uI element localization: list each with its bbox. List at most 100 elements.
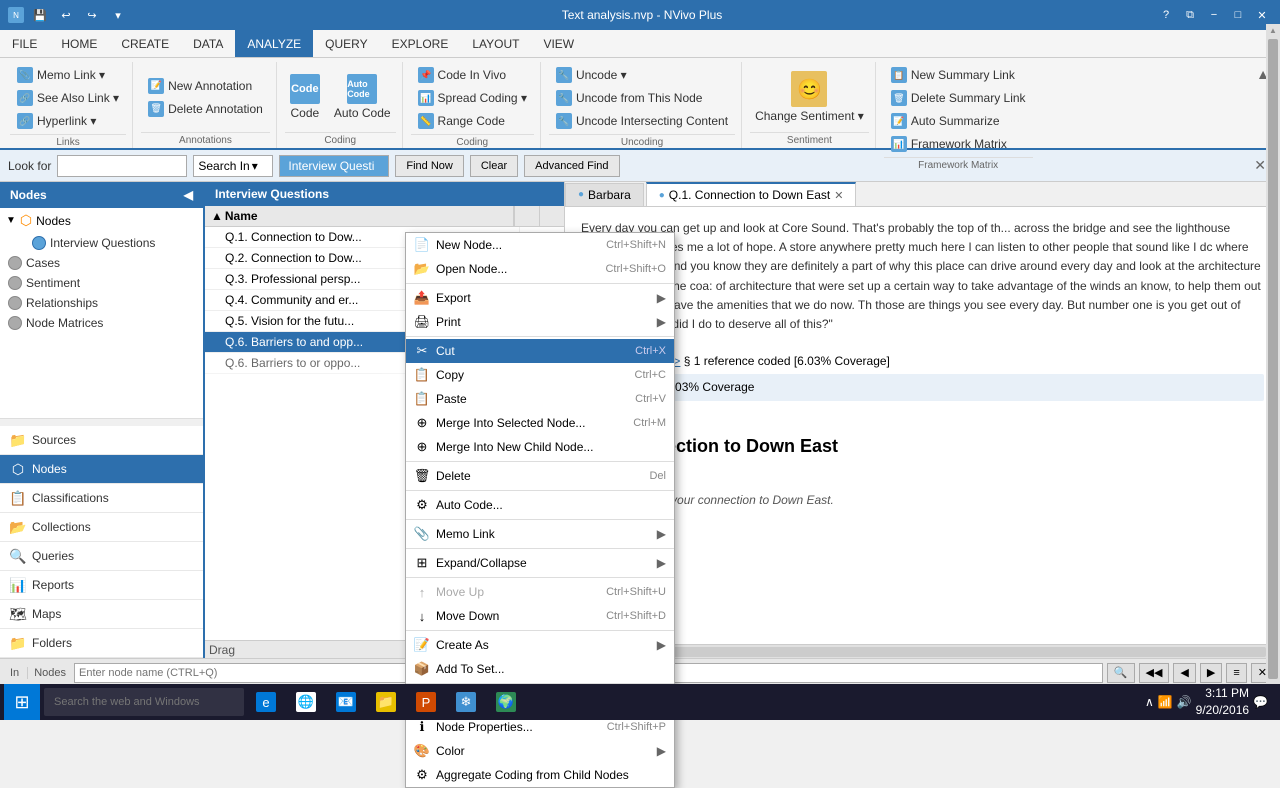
tray-network-icon[interactable]: 📶 [1158,695,1173,709]
restore-button[interactable]: ⧉ [1180,5,1200,25]
menu-file[interactable]: FILE [0,30,49,57]
menu-create[interactable]: CREATE [109,30,181,57]
framework-matrix-button[interactable]: 📊 Framework Matrix [884,133,1033,155]
cm-merge-child[interactable]: ⊕ Merge Into New Child Node... [406,435,674,459]
maximize-button[interactable]: □ [1228,5,1248,25]
doc-source-link[interactable]: <Internals\Robert> § 1 reference coded [… [581,352,1264,370]
scroll-thumb[interactable] [1268,182,1278,658]
tree-item-interview[interactable]: Interview Questions [0,233,203,253]
task-item-chrome[interactable]: 🌐 [288,688,324,716]
hyperlink-button[interactable]: 🔗 Hyperlink ▾ [10,110,126,132]
bottom-btn2[interactable]: ◀ [1173,663,1195,683]
change-sentiment-button[interactable]: 😊 Change Sentiment ▾ [750,68,869,126]
sidebar-item-collections[interactable]: 📂 Collections [0,513,203,542]
find-now-button[interactable]: Find Now [395,155,463,177]
task-item-powerpoint[interactable]: P [408,688,444,716]
cm-auto-code[interactable]: ⚙ Auto Code... [406,493,674,517]
doc-tab-q1[interactable]: ● Q.1. Connection to Down East ✕ [646,182,857,206]
sidebar-item-maps[interactable]: 🗺 Maps [0,600,203,629]
cm-delete[interactable]: 🗑 Delete Del [406,464,674,488]
menu-view[interactable]: VIEW [531,30,586,57]
menu-data[interactable]: DATA [181,30,235,57]
delete-summary-link-button[interactable]: 🗑 Delete Summary Link [884,87,1033,109]
sidebar-item-queries[interactable]: 🔍 Queries [0,542,203,571]
cm-open-node[interactable]: 📂 Open Node... Ctrl+Shift+O [406,257,674,281]
code-button[interactable]: Code Code [285,71,325,123]
search-in-dropdown[interactable]: Search In ▾ [193,155,273,177]
sidebar-item-sources[interactable]: 📁 Sources [0,426,203,455]
cm-new-node[interactable]: 📄 New Node... Ctrl+Shift+N [406,233,674,257]
q1-tab-close[interactable]: ✕ [834,189,843,202]
cm-paste[interactable]: 📋 Paste Ctrl+V [406,387,674,411]
cm-copy[interactable]: 📋 Copy Ctrl+C [406,363,674,387]
cm-move-up[interactable]: ↑ Move Up Ctrl+Shift+U [406,580,674,604]
tree-item-node-matrices[interactable]: Node Matrices [0,313,203,333]
start-button[interactable]: ⊞ [4,684,40,720]
menu-explore[interactable]: EXPLORE [380,30,461,57]
advanced-find-button[interactable]: Advanced Find [524,155,619,177]
cm-add-to-set[interactable]: 📦 Add To Set... [406,657,674,681]
cm-merge-selected[interactable]: ⊕ Merge Into Selected Node... Ctrl+M [406,411,674,435]
tree-item-cases[interactable]: Cases [0,253,203,273]
cm-cut[interactable]: ✂ Cut Ctrl+X [406,339,674,363]
sidebar-item-reports[interactable]: 📊 Reports [0,571,203,600]
sidebar-item-nodes[interactable]: ⬡ Nodes [0,455,203,484]
tree-item-relationships[interactable]: Relationships [0,293,203,313]
menu-layout[interactable]: LAYOUT [460,30,531,57]
clear-button[interactable]: Clear [470,155,518,177]
uncode-button[interactable]: 🔧 Uncode ▾ [549,64,735,86]
cm-print[interactable]: 🖨 Print ▶ [406,310,674,334]
search-in-value[interactable]: Interview Questi [279,155,389,177]
task-item-edge[interactable]: e [248,688,284,716]
cm-color[interactable]: 🎨 Color ▶ [406,739,674,763]
bottom-btn4[interactable]: ≡ [1226,663,1246,683]
cm-expand-collapse[interactable]: ⊞ Expand/Collapse ▶ [406,551,674,575]
new-annotation-button[interactable]: 📝 New Annotation [141,75,270,97]
tray-notifications[interactable]: 💬 [1253,695,1268,709]
help-button[interactable]: ? [1156,5,1176,25]
cm-move-down[interactable]: ↓ Move Down Ctrl+Shift+D [406,604,674,628]
vertical-scrollbar[interactable]: ▲ ▼ [1266,182,1280,658]
cm-aggregate-coding[interactable]: ⚙ Aggregate Coding from Child Nodes [406,763,674,787]
spread-coding-button[interactable]: 📊 Spread Coding ▾ [411,87,534,109]
tray-volume-icon[interactable]: 🔊 [1177,695,1192,709]
sidebar-collapse[interactable]: ◀ [184,188,193,202]
toolbar-dropdown[interactable]: ▾ [108,5,128,25]
bottom-search-btn[interactable]: 🔍 [1107,663,1135,683]
toolbar-redo[interactable]: ↪ [82,5,102,25]
taskbar-search[interactable] [44,688,244,716]
cm-create-as[interactable]: 📝 Create As ▶ [406,633,674,657]
range-code-button[interactable]: 📏 Range Code [411,110,534,132]
tree-root-nodes[interactable]: ▼ ⬡ Nodes [0,208,203,233]
auto-code-button[interactable]: Auto Code Auto Code [329,71,396,123]
task-item-nvivo[interactable]: ❄ [448,688,484,716]
toolbar-save[interactable]: 💾 [30,5,50,25]
bottom-btn1[interactable]: ◀◀ [1139,663,1170,683]
task-item-globe[interactable]: 🌍 [488,688,524,716]
sidebar-item-classifications[interactable]: 📋 Classifications [0,484,203,513]
tree-item-sentiment[interactable]: Sentiment [0,273,203,293]
minimize-button[interactable]: − [1204,5,1224,25]
see-also-link-button[interactable]: 🔗 See Also Link ▾ [10,87,126,109]
bottom-btn3[interactable]: ▶ [1200,663,1222,683]
uncode-intersecting-button[interactable]: 🔧 Uncode Intersecting Content [549,110,735,132]
memo-link-button[interactable]: 📎 Memo Link ▾ [10,64,126,86]
delete-annotation-button[interactable]: 🗑 Delete Annotation [141,98,270,120]
task-item-outlook[interactable]: 📧 [328,688,364,716]
auto-summarize-button[interactable]: 📝 Auto Summarize [884,110,1033,132]
menu-home[interactable]: HOME [49,30,109,57]
menu-query[interactable]: QUERY [313,30,379,57]
cm-export[interactable]: 📤 Export ▶ [406,286,674,310]
tray-up-arrow[interactable]: ∧ [1145,695,1154,709]
uncode-node-button[interactable]: 🔧 Uncode from This Node [549,87,735,109]
doc-tab-barbara[interactable]: ● Barbara [565,183,644,206]
cm-memo-link[interactable]: 📎 Memo Link ▶ [406,522,674,546]
task-item-explorer[interactable]: 📁 [368,688,404,716]
sidebar-item-folders[interactable]: 📁 Folders [0,629,203,658]
new-summary-link-button[interactable]: 📋 New Summary Link [884,64,1033,86]
search-input[interactable] [57,155,187,177]
toolbar-undo[interactable]: ↩ [56,5,76,25]
menu-analyze[interactable]: ANALYZE [235,30,313,57]
close-button[interactable]: ✕ [1252,5,1272,25]
code-in-vivo-button[interactable]: 📌 Code In Vivo [411,64,534,86]
